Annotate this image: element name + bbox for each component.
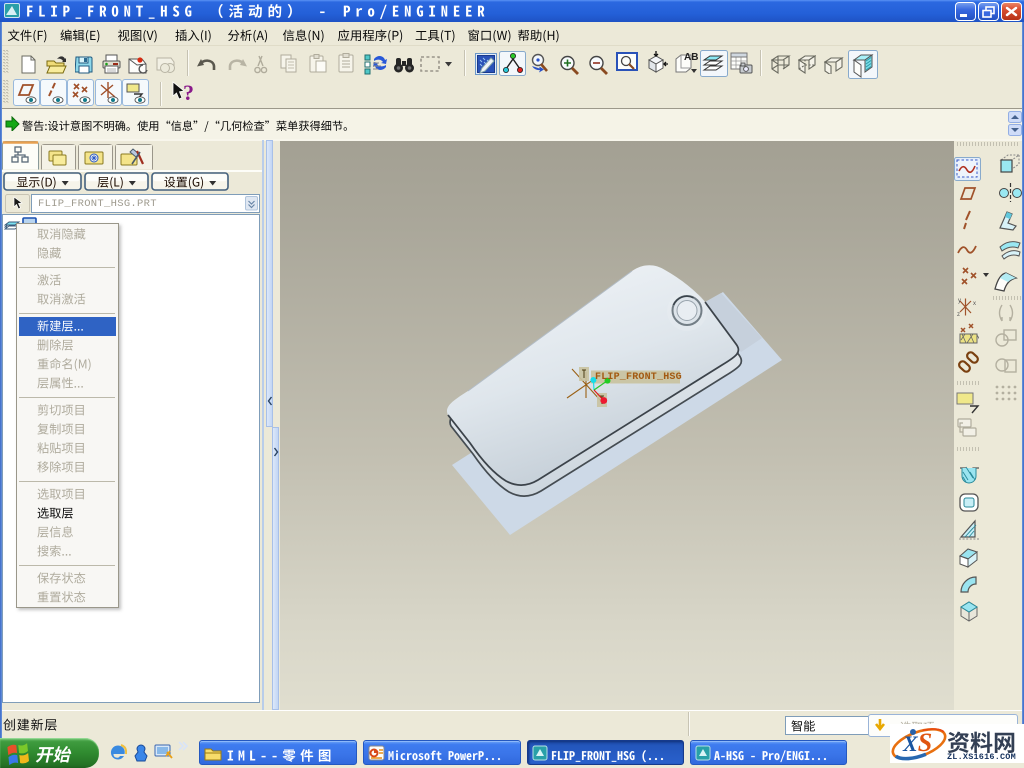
svg-text:y: y — [958, 298, 961, 304]
svg-text:z: z — [957, 312, 960, 318]
svg-text:x: x — [973, 301, 976, 307]
